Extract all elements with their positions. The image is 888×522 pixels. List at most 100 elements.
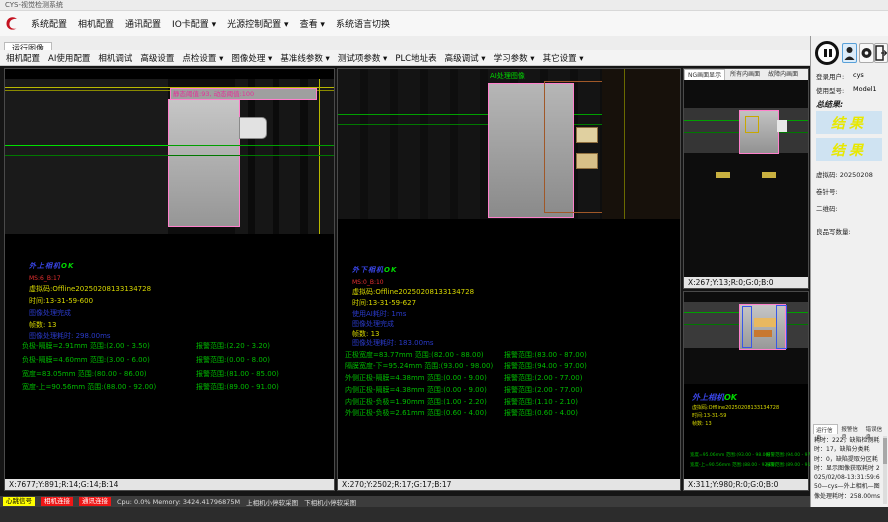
- tab-alarm-log[interactable]: 报警信息: [839, 424, 862, 434]
- exit-button[interactable]: [874, 43, 888, 63]
- toolbar-item-camera-config[interactable]: 相机配置: [6, 52, 40, 64]
- alarm-range: 报警范围:(83.00 - 87.00): [504, 350, 587, 360]
- toolbar-item-image-processing[interactable]: 图像处理 ▾: [231, 52, 272, 64]
- toolbar-item-other-settings[interactable]: 其它设置 ▾: [543, 52, 584, 64]
- detect-box-blue: [742, 306, 752, 348]
- detect-box-blue: [776, 305, 787, 349]
- toolbar-item-ai-config[interactable]: AI使用配置: [48, 52, 90, 64]
- menu-item-light-config[interactable]: 光源控制配置 ▾: [227, 17, 288, 30]
- tab-error-log[interactable]: 错误信息: [864, 424, 887, 434]
- tab-run-log[interactable]: 运行信息: [813, 424, 838, 434]
- tab-ng-display[interactable]: NG画面显示: [684, 69, 725, 80]
- app-logo-icon: [4, 15, 20, 33]
- measurement-row: 内侧正极-隔膜=4.38mm 范围:(0.00 - 9.00): [345, 385, 487, 395]
- tab-feature: [239, 117, 267, 139]
- ng-display-panel: NG画面显示 所有内画面 故障内画面 X:267;Y:13;R:0;G:0;B:…: [683, 68, 809, 289]
- tab-all-images[interactable]: 所有内画面: [727, 69, 763, 80]
- alarm-range: 报警范围:(0.00 - 8.00): [196, 355, 270, 365]
- measure-line-green-bright: [5, 145, 168, 146]
- toolbar-item-test-params[interactable]: 测试项参数 ▾: [338, 52, 387, 64]
- gear-icon: [860, 44, 873, 62]
- toolbar-item-advanced-settings[interactable]: 高级设置: [140, 52, 174, 64]
- machine-stripe: [300, 79, 308, 234]
- process-time: 图像处理耗时: 298.00ms: [29, 331, 111, 341]
- log-scrollbar[interactable]: [883, 436, 887, 504]
- capture-time: 时间:13-31-59-600: [29, 296, 93, 306]
- pause-button[interactable]: [815, 41, 839, 65]
- machine-stripe: [248, 79, 255, 234]
- camera-result-title: 外上相机OK: [692, 392, 737, 403]
- detect-box-orange: [544, 81, 604, 213]
- camera-name: 外下相机: [352, 266, 384, 274]
- menu-item-system-config[interactable]: 系统配置: [31, 17, 67, 30]
- alarm-range: 报警范围:(0.60 - 4.00): [504, 408, 578, 418]
- result-display-2: 结果: [816, 138, 882, 161]
- alarm-range: 报警范围:(94.00 - 97.00): [504, 361, 587, 371]
- pixel-coordinates: X:311;Y:980;R:0;G:0;B:0: [684, 479, 808, 490]
- frame-count: 帧数: 13: [29, 320, 57, 330]
- alarm-range: 报警范围:(2.00 - 77.00): [504, 385, 582, 395]
- highlight-spot: [754, 330, 772, 337]
- toolbar-item-plc-table[interactable]: PLC地址表: [395, 52, 436, 64]
- camera-viewport-outer-lower[interactable]: AI处理图像: [338, 69, 680, 219]
- alarm-range: 报警范围:(81.00 - 85.00): [196, 369, 279, 379]
- write-count-label: 良品写数量:: [816, 226, 851, 236]
- window-bottom-edge: [0, 507, 888, 522]
- camera-viewport-outer-upper[interactable]: 静态阈值:93, 动态阈值:100: [5, 79, 334, 234]
- measurement-row: 负极-隔膜=2.91mm 范围:(2.00 - 3.50): [22, 341, 150, 351]
- alarm-range: 报警范围:(2.20 - 3.20): [196, 341, 270, 351]
- log-text: 耗时：222，缺陷检测耗时：17，缺陷分类耗时：0，缺陷提取分区耗时：显示图像获…: [814, 436, 880, 504]
- pixel-coordinates: X:7677;Y:891;R:14;G:14;B:14: [5, 479, 334, 490]
- tab-strip: 运行图像: [0, 36, 810, 51]
- cpu-memory-status: Cpu: 0.0% Memory: 3424.41796875M: [117, 498, 240, 506]
- result-text: 结果: [831, 140, 867, 160]
- frame-count: 帧数: 13: [692, 420, 712, 427]
- comm-connection-badge: 通讯连接: [79, 497, 111, 506]
- result-display-1: 结果: [816, 111, 882, 134]
- menu-item-camera-config[interactable]: 相机配置: [78, 17, 114, 30]
- threshold-label: 静态阈值:93, 动态阈值:100: [170, 88, 317, 100]
- tab-fault-images[interactable]: 故障内画面: [765, 69, 801, 80]
- toolbar-item-spot-check[interactable]: 点检设置 ▾: [182, 52, 223, 64]
- highlight-spot: [777, 120, 787, 132]
- toolbar-item-learning-params[interactable]: 学习参数 ▾: [494, 52, 535, 64]
- baseline-yellow-vertical: [319, 79, 320, 234]
- settings-button[interactable]: [859, 43, 874, 63]
- pause-icon: [829, 49, 832, 57]
- menu-item-io-config[interactable]: IO卡配置 ▾: [172, 17, 216, 30]
- ng-info: MS:0_B:10: [352, 279, 384, 286]
- ai-image-label: AI处理图像: [490, 71, 525, 81]
- qrcode-label: 二维码:: [816, 203, 838, 213]
- camera-name: 外上相机: [29, 262, 61, 270]
- measurement-row: 外侧正极-隔膜=4.38mm 范围:(0.00 - 9.00): [345, 373, 487, 383]
- total-result-label: 总结果:: [816, 99, 843, 110]
- highlight-spot: [762, 172, 776, 178]
- highlight-spot: [576, 127, 598, 143]
- app-window: CYS-视觉检测系统 系统配置 相机配置 通讯配置 IO卡配置 ▾ 光源控制配置…: [0, 0, 888, 522]
- result-ok: OK: [384, 266, 397, 274]
- measurement-row: 外侧正极-负极=2.61mm 范围:(0.60 - 4.00): [345, 408, 487, 418]
- log-tabs: 运行信息 报警信息 错误信息: [813, 424, 887, 434]
- heartbeat-badge: 心跳信号: [3, 497, 35, 506]
- scrollbar-thumb[interactable]: [883, 438, 887, 464]
- process-done: 图像处理完成: [29, 308, 71, 318]
- ng-viewport-top[interactable]: [684, 80, 808, 278]
- menu-item-language[interactable]: 系统语言切换: [336, 17, 390, 30]
- ng-viewport-bottom[interactable]: [684, 292, 808, 384]
- measurement-row: 隔膜宽度-下=95.24mm 范围:(93.00 - 98.00): [345, 361, 493, 371]
- virtual-code: 虚拟码:Offline20250208133134728: [29, 284, 151, 294]
- camera-result-title: 外下相机OK: [352, 265, 397, 275]
- ai-time: 使用AI耗时: 1ms: [352, 309, 406, 319]
- measurement-row: 负极-隔膜=4.60mm 范围:(3.00 - 6.00): [22, 355, 150, 365]
- user-login-button[interactable]: [842, 43, 857, 63]
- toolbar-item-baseline-params[interactable]: 基准线参数 ▾: [280, 52, 329, 64]
- menu-item-view[interactable]: 查看 ▾: [300, 17, 325, 30]
- alarm-range: 报警范围:(2.00 - 77.00): [504, 373, 582, 383]
- measure-line-green: [5, 155, 334, 156]
- result-ok: OK: [61, 262, 74, 270]
- menu-item-comm-config[interactable]: 通讯配置: [125, 17, 161, 30]
- toolbar-item-advanced-debug[interactable]: 高级调试 ▾: [445, 52, 486, 64]
- toolbar-item-camera-debug[interactable]: 相机调试: [98, 52, 132, 64]
- highlight-spot: [716, 172, 730, 178]
- capture-time: 时间:13-31-59-627: [352, 298, 416, 308]
